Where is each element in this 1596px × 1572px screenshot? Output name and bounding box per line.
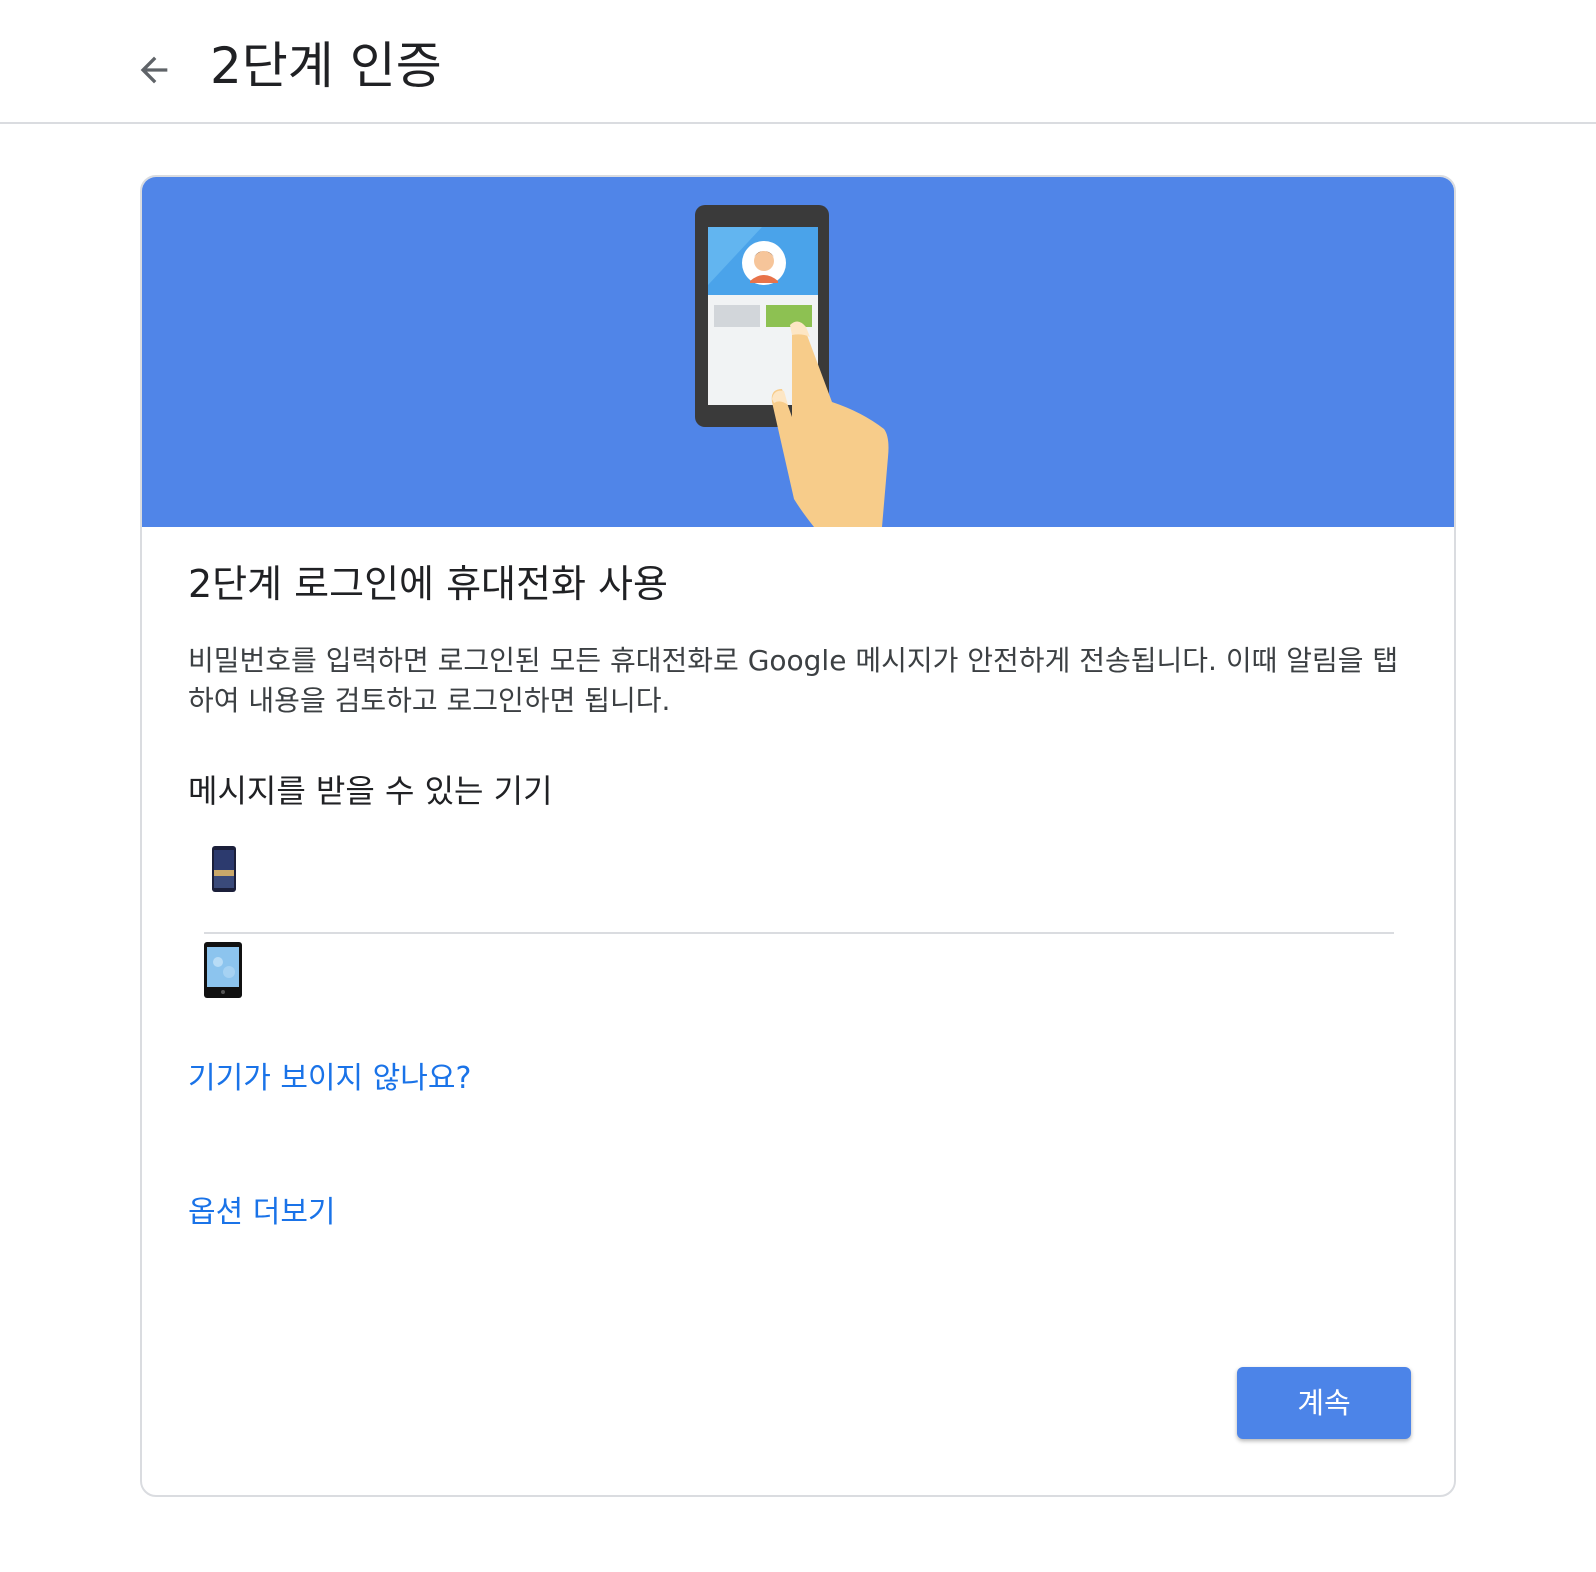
top-bar: 2단계 인증 (0, 0, 1596, 124)
phone-tap-illustration (695, 205, 889, 527)
card-description: 비밀번호를 입력하면 로그인된 모든 휴대전화로 Google 메시지가 안전하… (188, 644, 1399, 717)
smartphone-icon (212, 846, 236, 892)
back-button[interactable] (128, 44, 180, 96)
hero-banner (142, 177, 1454, 527)
page-title: 2단계 인증 (210, 37, 442, 95)
missing-device-link[interactable]: 기기가 보이지 않나요? (188, 1057, 471, 1101)
arrow-back-icon (140, 56, 168, 84)
device-item-phone[interactable] (204, 832, 1394, 934)
setup-card: 2단계 로그인에 휴대전화 사용 비밀번호를 입력하면 로그인된 모든 휴대전화… (140, 175, 1456, 1497)
devices-heading: 메시지를 받을 수 있는 기기 (188, 772, 553, 810)
device-item-tablet[interactable] (204, 937, 1394, 1037)
tablet-icon (204, 942, 242, 998)
more-options-link[interactable]: 옵션 더보기 (188, 1191, 336, 1235)
continue-button[interactable]: 계속 (1237, 1367, 1411, 1439)
card-title: 2단계 로그인에 휴대전화 사용 (188, 562, 668, 606)
